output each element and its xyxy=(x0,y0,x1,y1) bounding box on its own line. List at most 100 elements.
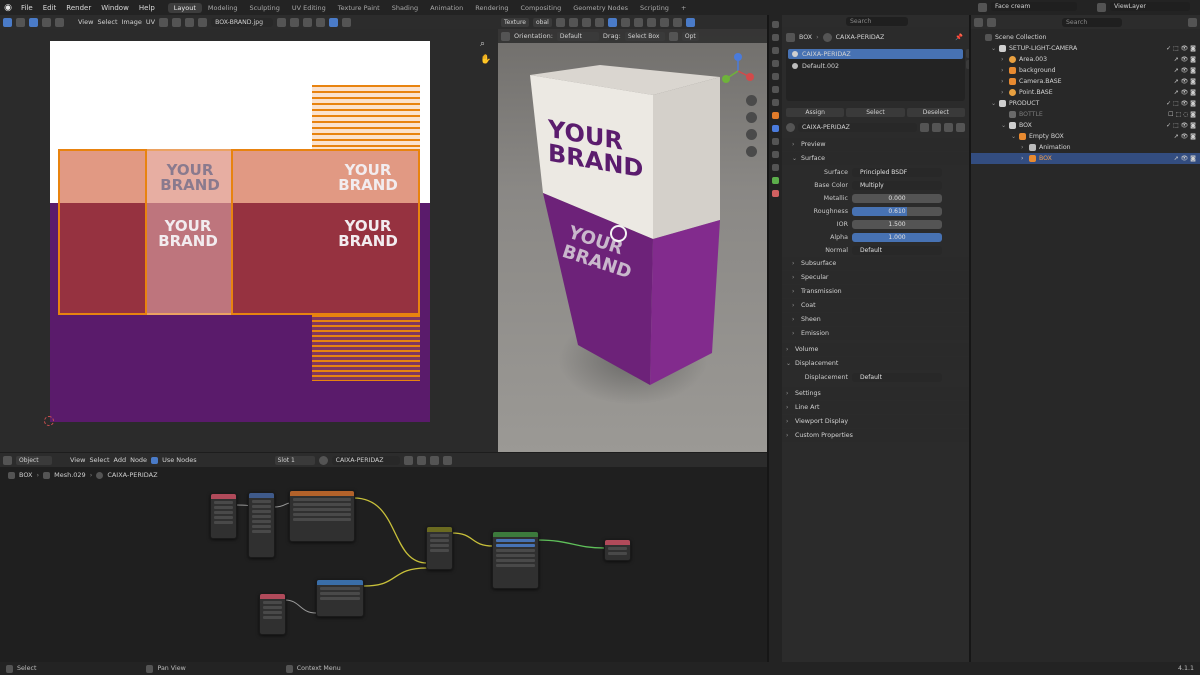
section-displacement[interactable]: ⌄ Displacement xyxy=(782,357,969,370)
uv-menu-uv[interactable]: UV xyxy=(146,18,155,26)
transform-gizmo-icon[interactable] xyxy=(610,225,627,242)
2d-cursor-icon[interactable] xyxy=(44,416,54,426)
outliner-scene-collection[interactable]: Scene Collection xyxy=(971,32,1200,43)
pin-icon[interactable]: 📌 xyxy=(955,33,963,41)
snap-icon[interactable] xyxy=(172,17,182,27)
scene-selector[interactable]: Face cream xyxy=(991,2,1077,11)
unlink-material-icon[interactable] xyxy=(944,122,953,132)
particles-tab-icon[interactable] xyxy=(772,138,779,145)
fake-user-icon[interactable] xyxy=(920,122,929,132)
section-transmission[interactable]: › Transmission xyxy=(782,285,969,298)
menu-file[interactable]: File xyxy=(16,4,38,12)
object-tab-icon[interactable] xyxy=(772,112,779,119)
assign-button[interactable]: Assign xyxy=(786,107,845,117)
deselect-button[interactable]: Deselect xyxy=(906,107,965,117)
menu-render[interactable]: Render xyxy=(61,4,96,12)
tab-compositing[interactable]: Compositing xyxy=(514,3,567,13)
tab-animation[interactable]: Animation xyxy=(424,3,469,13)
section-sheen[interactable]: › Sheen xyxy=(782,313,969,326)
display-mode-icon[interactable] xyxy=(987,17,996,27)
viewlayer-selector[interactable]: ViewLayer xyxy=(1110,2,1190,11)
outliner-item[interactable]: BOTTLE ☐ ⬚ ◌ ◙ xyxy=(971,109,1200,120)
vertex-select-icon[interactable] xyxy=(29,17,38,27)
uv-sync-icon[interactable] xyxy=(16,17,25,27)
section-subsurface[interactable]: › Subsurface xyxy=(782,257,969,270)
duplicate-material-icon[interactable] xyxy=(932,122,941,132)
outliner-item[interactable]: ⌄ Empty BOX ➚ 👁 ◙ xyxy=(971,131,1200,142)
outliner-item-selected[interactable]: › BOX ➚ 👁 ◙ xyxy=(971,153,1200,164)
section-settings[interactable]: › Settings xyxy=(782,387,969,400)
tab-rendering[interactable]: Rendering xyxy=(469,3,514,13)
new-image-icon[interactable] xyxy=(290,17,300,27)
editor-type-icon[interactable] xyxy=(3,17,12,27)
perspective-toggle-icon[interactable] xyxy=(746,146,757,157)
edge-select-icon[interactable] xyxy=(42,17,51,27)
outliner-item[interactable]: › Point.BASE ➚ 👁 ◙ xyxy=(971,87,1200,98)
image-texture-node[interactable] xyxy=(289,490,355,542)
roughness-slider[interactable]: 0.610 xyxy=(852,207,942,216)
section-coat[interactable]: › Coat xyxy=(782,299,969,312)
face-select-icon[interactable] xyxy=(55,17,64,27)
mapping-node[interactable] xyxy=(248,492,275,558)
displacement-field[interactable]: Default xyxy=(852,373,942,382)
uv-image-canvas[interactable]: YOUR BRAND YOUR BRAND YOUR BRAND YOUR BRAND xyxy=(50,41,430,422)
section-specular[interactable]: › Specular xyxy=(782,271,969,284)
navigation-gizmo-icon[interactable] xyxy=(718,49,762,95)
tab-modeling[interactable]: Modeling xyxy=(202,3,244,13)
outliner-item[interactable]: › Camera.BASE ➚ 👁 ◙ xyxy=(971,76,1200,87)
filter-icon[interactable] xyxy=(1188,17,1197,27)
uv-menu-image[interactable]: Image xyxy=(122,18,142,26)
select-button[interactable]: Select xyxy=(846,107,905,117)
tab-sculpting[interactable]: Sculpting xyxy=(243,3,285,13)
unlink-image-icon[interactable] xyxy=(303,17,313,27)
texture-coordinate-node[interactable] xyxy=(210,493,237,539)
image-name-field[interactable]: BOX-BRAND.jpg xyxy=(211,17,274,27)
render-tab-icon[interactable] xyxy=(772,34,779,41)
shader-node-editor[interactable]: Object View Select Add Node Use Nodes Sl… xyxy=(0,453,767,662)
uv-menu-select[interactable]: Select xyxy=(97,18,117,26)
mix-color-node[interactable] xyxy=(426,526,453,570)
pan-hand-icon[interactable]: ✋ xyxy=(480,55,491,65)
texture-coordinate-node-2[interactable] xyxy=(259,593,286,635)
base-color-field[interactable]: Multiply xyxy=(852,181,942,190)
view-layer-tab-icon[interactable] xyxy=(772,60,779,67)
collection-tab-icon[interactable] xyxy=(772,99,779,106)
menu-window[interactable]: Window xyxy=(96,4,134,12)
outliner-item[interactable]: ⌄ PRODUCT ✓ ⬚ 👁 ◙ xyxy=(971,98,1200,109)
image-texture-node-2[interactable] xyxy=(316,579,364,617)
material-slot[interactable]: Default.002 xyxy=(788,61,963,71)
tab-layout[interactable]: Layout xyxy=(167,2,202,13)
pan-view-icon[interactable] xyxy=(746,112,757,123)
tool-tab-icon[interactable] xyxy=(772,21,779,28)
normal-field[interactable]: Default xyxy=(852,246,942,255)
uv-menu-view[interactable]: View xyxy=(78,18,93,26)
zoom-view-icon[interactable] xyxy=(746,95,757,106)
world-tab-icon[interactable] xyxy=(772,86,779,93)
section-line-art[interactable]: › Line Art xyxy=(782,401,969,414)
zoom-icon[interactable]: ⌕ xyxy=(480,39,485,49)
properties-search-input[interactable]: Search xyxy=(846,16,908,26)
alpha-slider[interactable]: 1.000 xyxy=(852,233,942,242)
tab-uv-editing[interactable]: UV Editing xyxy=(286,3,332,13)
fake-user-icon[interactable] xyxy=(277,17,287,27)
pivot-icon[interactable] xyxy=(159,17,169,27)
material-tab-icon[interactable] xyxy=(772,190,779,197)
material-slot-active[interactable]: CAIXA-PERIDAZ xyxy=(788,49,963,59)
ior-slider[interactable]: 1.500 xyxy=(852,220,942,229)
material-name-field[interactable]: CAIXA-PERIDAZ xyxy=(798,122,917,132)
outliner-type-icon[interactable] xyxy=(974,17,983,27)
outliner-item[interactable]: › Animation xyxy=(971,142,1200,153)
blender-logo-icon[interactable]: ◉ xyxy=(0,3,16,13)
principled-bsdf-node[interactable] xyxy=(492,531,539,589)
3d-viewport[interactable]: Texture obal Orientation: Default Drag: … xyxy=(498,15,767,452)
outliner-search-input[interactable]: Search xyxy=(1062,17,1122,27)
tab-shading[interactable]: Shading xyxy=(386,3,424,13)
proportional-icon[interactable] xyxy=(185,17,195,27)
constraints-tab-icon[interactable] xyxy=(772,164,779,171)
outliner-item[interactable]: › Area.003 ➚ 👁 ◙ xyxy=(971,54,1200,65)
modifier-tab-icon[interactable] xyxy=(772,125,779,132)
display-channels-icon[interactable] xyxy=(342,17,352,27)
outliner-item[interactable]: ⌄ SETUP-LIGHT-CAMERA ✓ ⬚ 👁 ◙ xyxy=(971,43,1200,54)
section-emission[interactable]: › Emission xyxy=(782,327,969,340)
output-tab-icon[interactable] xyxy=(772,47,779,54)
